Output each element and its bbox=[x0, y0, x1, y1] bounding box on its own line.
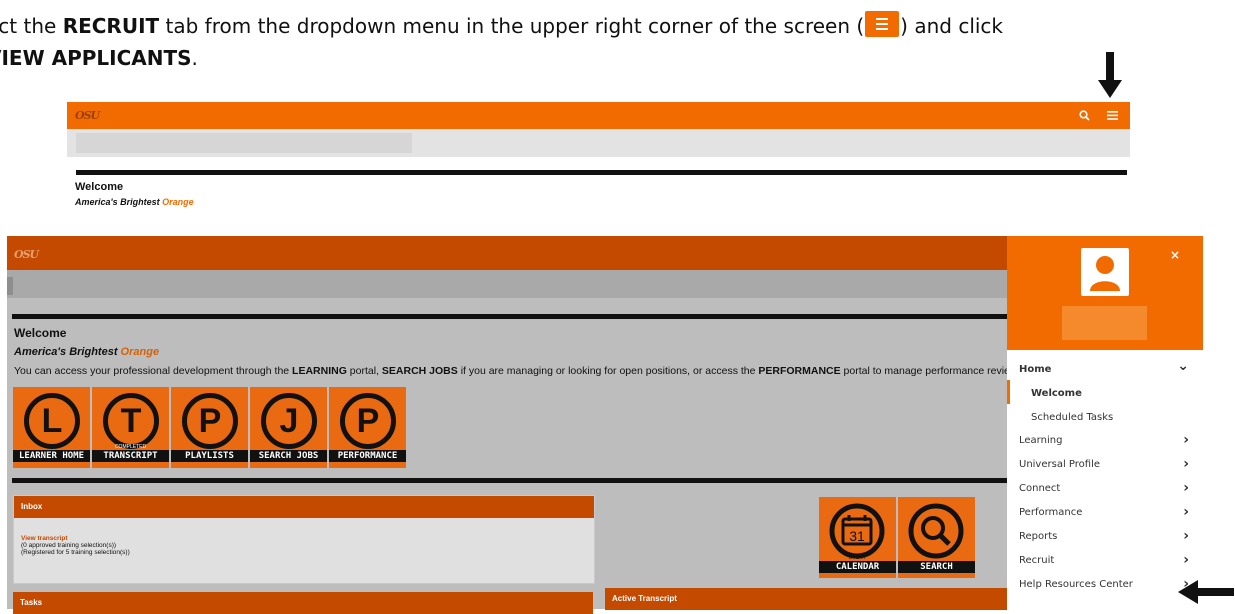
menu-item-learning[interactable]: Learning › bbox=[1019, 432, 1199, 448]
menu-label: Scheduled Tasks bbox=[1031, 412, 1114, 423]
search-jobs-tile[interactable]: J SEARCH JOBS bbox=[250, 387, 327, 468]
main-header-bar: OSU bbox=[7, 236, 1007, 270]
section-divider bbox=[12, 478, 1007, 483]
tasks-title: Tasks bbox=[13, 592, 593, 614]
chevron-down-icon: ⌄ bbox=[1177, 358, 1189, 374]
chevron-right-icon: › bbox=[1183, 456, 1189, 472]
tile-caption: TRANSCRIPT bbox=[92, 450, 169, 462]
search-icon[interactable] bbox=[1079, 110, 1090, 121]
approved-count: (0 approved training selection(s)) bbox=[21, 542, 117, 549]
instruction-line-2: VIEW APPLICANTS. bbox=[0, 46, 198, 70]
active-transcript-title: Active Transcript bbox=[605, 588, 1007, 610]
top-divider bbox=[76, 170, 1127, 175]
menu-item-help-resources-center[interactable]: Help Resources Center › bbox=[1019, 576, 1199, 592]
learner-home-tile[interactable]: L LEARNER HOME bbox=[13, 387, 90, 468]
letter-p-icon: P bbox=[182, 393, 238, 449]
menu-label: Learning bbox=[1019, 435, 1063, 446]
tile-caption: SEARCH JOBS bbox=[250, 450, 327, 462]
main-divider bbox=[12, 314, 1007, 319]
menu-item-scheduled-tasks[interactable]: Scheduled Tasks bbox=[1031, 412, 1211, 423]
menu-label: Performance bbox=[1019, 507, 1083, 518]
transcript-tile[interactable]: T COMPLETED TRANSCRIPT bbox=[92, 387, 169, 468]
instruction-line-1: ect the RECRUIT tab from the dropdown me… bbox=[0, 10, 1003, 42]
menu-label: Welcome bbox=[1031, 388, 1082, 399]
osu-logo: OSU bbox=[14, 248, 39, 261]
left-arrow-icon bbox=[1178, 580, 1234, 604]
menu-label: Reports bbox=[1019, 531, 1058, 542]
menu-item-connect[interactable]: Connect › bbox=[1019, 480, 1199, 496]
calendar-icon: 31 bbox=[829, 503, 885, 559]
menu-item-recruit[interactable]: Recruit › bbox=[1019, 552, 1199, 568]
menu-item-home[interactable]: Home ⌄ bbox=[1019, 358, 1199, 375]
tile-caption: SEARCH bbox=[898, 561, 975, 573]
avatar-icon bbox=[1081, 248, 1129, 296]
main-gray-band bbox=[7, 270, 1007, 298]
playlists-tile[interactable]: P PLAYLISTS bbox=[171, 387, 248, 468]
chevron-right-icon: › bbox=[1183, 504, 1189, 520]
letter-t-icon: T bbox=[103, 393, 159, 449]
top-gray-band bbox=[67, 129, 1130, 157]
calendar-day: 31 bbox=[849, 528, 865, 544]
menu-label: Home bbox=[1019, 364, 1052, 375]
hamburger-menu-icon[interactable] bbox=[1107, 111, 1118, 120]
menu-item-performance[interactable]: Performance › bbox=[1019, 504, 1199, 520]
menu-item-universal-profile[interactable]: Universal Profile › bbox=[1019, 456, 1199, 472]
user-name-placeholder bbox=[1062, 306, 1147, 340]
menu-label: Connect bbox=[1019, 483, 1061, 494]
menu-label: Recruit bbox=[1019, 555, 1055, 566]
registered-count: (Registered for 5 training selection(s)) bbox=[21, 549, 130, 556]
welcome-description: You can access your professional develop… bbox=[14, 365, 1007, 377]
tile-caption: PLAYLISTS bbox=[171, 450, 248, 462]
quick-link-tiles: L LEARNER HOME T COMPLETED TRANSCRIPT P PLAY… bbox=[13, 387, 406, 468]
tile-caption: LEARNER HOME bbox=[13, 450, 90, 462]
close-icon[interactable]: × bbox=[1170, 248, 1180, 262]
magnifier-icon bbox=[908, 503, 964, 559]
tile-caption: CALENDAR bbox=[819, 561, 896, 573]
chevron-right-icon: › bbox=[1183, 432, 1189, 448]
letter-j-icon: J bbox=[261, 393, 317, 449]
inbox-title: Inbox bbox=[14, 496, 594, 518]
top-tagline: America's Brightest Orange bbox=[75, 197, 194, 207]
chevron-right-icon: › bbox=[1183, 552, 1189, 568]
menu-item-welcome[interactable]: Welcome bbox=[1031, 388, 1211, 399]
welcome-title: Welcome bbox=[14, 326, 67, 340]
top-header-bar: OSU bbox=[67, 102, 1130, 129]
chevron-right-icon: › bbox=[1183, 480, 1189, 496]
main-breadcrumb-placeholder bbox=[7, 277, 13, 295]
selected-indicator bbox=[1007, 380, 1010, 404]
letter-l-icon: L bbox=[24, 393, 80, 449]
chevron-right-icon: › bbox=[1183, 528, 1189, 544]
tile-caption: PERFORMANCE bbox=[329, 450, 406, 462]
down-arrow-icon bbox=[1098, 52, 1122, 98]
menu-item-reports[interactable]: Reports › bbox=[1019, 528, 1199, 544]
tasks-panel: Tasks bbox=[13, 592, 593, 614]
tagline: America's Brightest Orange bbox=[14, 346, 160, 358]
osu-logo: OSU bbox=[75, 109, 100, 122]
top-welcome-title: Welcome bbox=[75, 181, 124, 193]
letter-p-icon: P bbox=[340, 393, 396, 449]
view-transcript-link[interactable]: View transcript bbox=[21, 535, 594, 542]
inbox-panel: Inbox View transcript (0 approved traini… bbox=[13, 495, 595, 584]
active-transcript-panel: Active Transcript bbox=[605, 588, 1007, 610]
performance-tile[interactable]: P PERFORMANCE bbox=[329, 387, 406, 468]
top-breadcrumb-placeholder bbox=[76, 133, 412, 153]
menu-label: Help Resources Center bbox=[1019, 579, 1133, 590]
search-tile[interactable]: SEARCH bbox=[898, 497, 975, 578]
event-calendar-tile[interactable]: 31 EVENT CALENDAR bbox=[819, 497, 896, 578]
menu-label: Universal Profile bbox=[1019, 459, 1101, 470]
hamburger-icon bbox=[865, 11, 900, 37]
